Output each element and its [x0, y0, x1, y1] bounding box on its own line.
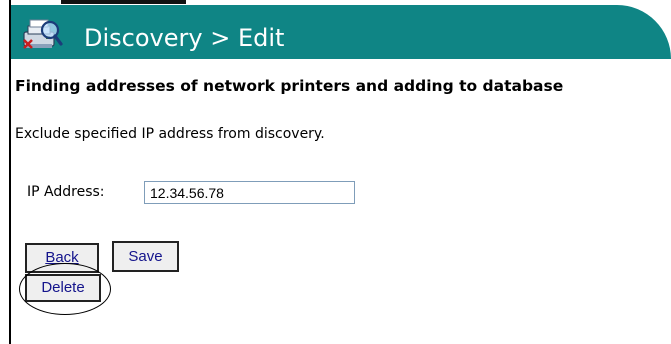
ip-address-label: IP Address: — [27, 184, 105, 200]
back-button[interactable]: Back — [25, 243, 99, 273]
save-button[interactable]: Save — [112, 241, 179, 272]
network-printer-discovery-icon — [22, 14, 64, 52]
section-heading: Finding addresses of network printers an… — [15, 77, 564, 95]
ip-address-input[interactable] — [144, 181, 355, 204]
delete-button[interactable]: Delete — [25, 274, 101, 302]
description-text: Exclude specified IP address from discov… — [15, 126, 325, 142]
page-frame: Discovery > Edit Finding addresses of ne… — [9, 0, 671, 344]
page-title: Discovery > Edit — [84, 24, 285, 52]
top-edge-decoration — [61, 0, 186, 4]
page-header: Discovery > Edit — [11, 5, 671, 59]
